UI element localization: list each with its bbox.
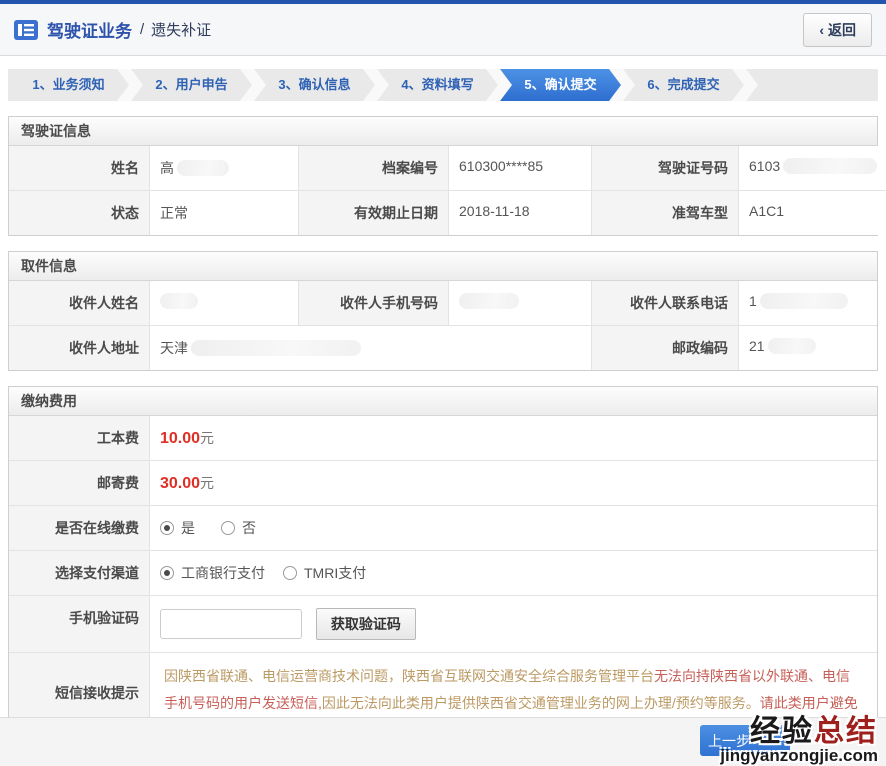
license-form-icon (14, 20, 38, 40)
file-no-value: 610300****85 (448, 146, 591, 190)
radio-tmri-icon[interactable] (283, 566, 297, 580)
name-label: 姓名 (9, 146, 149, 190)
tab-step-4[interactable]: 4、资料填写 (377, 69, 498, 101)
name-value: 高 (149, 146, 298, 190)
footer-action-bar: 上一步 (0, 717, 886, 766)
cost-value: 10.00元 (149, 416, 877, 460)
expiry-value: 2018-11-18 (448, 190, 591, 235)
sms-code-input[interactable] (160, 609, 302, 639)
redaction-smudge (191, 340, 361, 356)
cost-label: 工本费 (9, 416, 149, 460)
section-payment: 缴纳费用 工本费 10.00元 邮寄费 30.00元 是否在线缴费 是 否 选择… (8, 386, 878, 755)
breadcrumb-divider: / (140, 21, 144, 38)
status-label: 状态 (9, 190, 149, 235)
redaction-smudge (160, 293, 198, 309)
tab-step-6[interactable]: 6、完成提交 (623, 69, 744, 101)
tab-step-2[interactable]: 2、用户申告 (131, 69, 252, 101)
postcode-label: 邮政编码 (591, 325, 738, 370)
redaction-smudge (760, 293, 848, 309)
step-tabs-filler (746, 69, 878, 101)
redaction-smudge (768, 338, 816, 354)
get-code-button[interactable]: 获取验证码 (316, 608, 416, 640)
tab-step-3[interactable]: 3、确认信息 (254, 69, 375, 101)
file-no-label: 档案编号 (298, 146, 448, 190)
redaction-smudge (177, 160, 229, 176)
radio-option-yes[interactable]: 是 (160, 518, 195, 538)
section-license-title: 驾驶证信息 (9, 117, 877, 146)
postcode-value: 21 (738, 325, 877, 370)
redaction-smudge (459, 293, 519, 309)
recipient-mobile-label: 收件人手机号码 (298, 281, 448, 325)
breadcrumb-current: 遗失补证 (151, 19, 211, 40)
section-pickup-title: 取件信息 (9, 252, 877, 281)
section-payment-title: 缴纳费用 (9, 387, 877, 416)
postage-value: 30.00元 (149, 460, 877, 505)
previous-step-button[interactable]: 上一步 (700, 725, 790, 756)
channel-label: 选择支付渠道 (9, 550, 149, 595)
radio-option-no[interactable]: 否 (221, 518, 256, 538)
back-chevron-icon: ‹ (819, 22, 824, 38)
tab-step-1[interactable]: 1、业务须知 (8, 69, 129, 101)
recipient-phone-label: 收件人联系电话 (591, 281, 738, 325)
channel-options: 工商银行支付 TMRI支付 (149, 550, 877, 595)
license-info-table: 姓名 高 档案编号 610300****85 驾驶证号码 6103 状态 正常 … (9, 146, 877, 235)
recipient-address-value: 天津 (149, 325, 591, 370)
pickup-info-table: 收件人姓名 收件人手机号码 收件人联系电话 1 收件人地址 天津 邮政编码 21 (9, 281, 877, 370)
license-no-value: 6103 (738, 146, 886, 190)
sms-tip-part1: 因陕西省联通、电信运营商技术问题，陕西省互联网交通安全综合服务管理平台 (164, 668, 654, 684)
section-pickup-info: 取件信息 收件人姓名 收件人手机号码 收件人联系电话 1 收件人地址 天津 邮政… (8, 251, 878, 371)
sms-code-row: 获取验证码 (149, 595, 877, 652)
recipient-name-label: 收件人姓名 (9, 281, 149, 325)
section-license-info: 驾驶证信息 姓名 高 档案编号 610300****85 驾驶证号码 6103 … (8, 116, 878, 236)
tab-step-5-active[interactable]: 5、确认提交 (500, 69, 621, 101)
page-title: 驾驶证业务 (47, 17, 132, 42)
radio-no-icon[interactable] (221, 521, 235, 535)
step-tabs: 1、业务须知 2、用户申告 3、确认信息 4、资料填写 5、确认提交 6、完成提… (8, 69, 878, 101)
vehicle-class-label: 准驾车型 (591, 190, 738, 235)
radio-yes-icon[interactable] (160, 521, 174, 535)
back-button[interactable]: ‹返回 (803, 13, 872, 47)
recipient-phone-value: 1 (738, 281, 877, 325)
radio-icbc-icon[interactable] (160, 566, 174, 580)
license-no-label: 驾驶证号码 (591, 146, 738, 190)
vehicle-class-value: A1C1 (738, 190, 886, 235)
redaction-smudge (783, 158, 877, 174)
recipient-address-label: 收件人地址 (9, 325, 149, 370)
sms-tip-part3: 因此无法向此类用户提供陕西省交通管理业务的网上办理/预约等服务。 (322, 695, 760, 711)
radio-option-icbc[interactable]: 工商银行支付 (160, 563, 265, 583)
page-header: 驾驶证业务 / 遗失补证 ‹返回 (0, 4, 886, 56)
expiry-label: 有效期止日期 (298, 190, 448, 235)
back-button-label: 返回 (828, 22, 856, 38)
online-pay-options: 是 否 (149, 505, 877, 550)
postage-label: 邮寄费 (9, 460, 149, 505)
recipient-mobile-value (448, 281, 591, 325)
sms-code-label: 手机验证码 (9, 595, 149, 652)
payment-table: 工本费 10.00元 邮寄费 30.00元 是否在线缴费 是 否 选择支付渠道 … (9, 416, 877, 754)
recipient-name-value (149, 281, 298, 325)
online-pay-label: 是否在线缴费 (9, 505, 149, 550)
radio-option-tmri[interactable]: TMRI支付 (283, 563, 366, 583)
status-value: 正常 (149, 190, 298, 235)
